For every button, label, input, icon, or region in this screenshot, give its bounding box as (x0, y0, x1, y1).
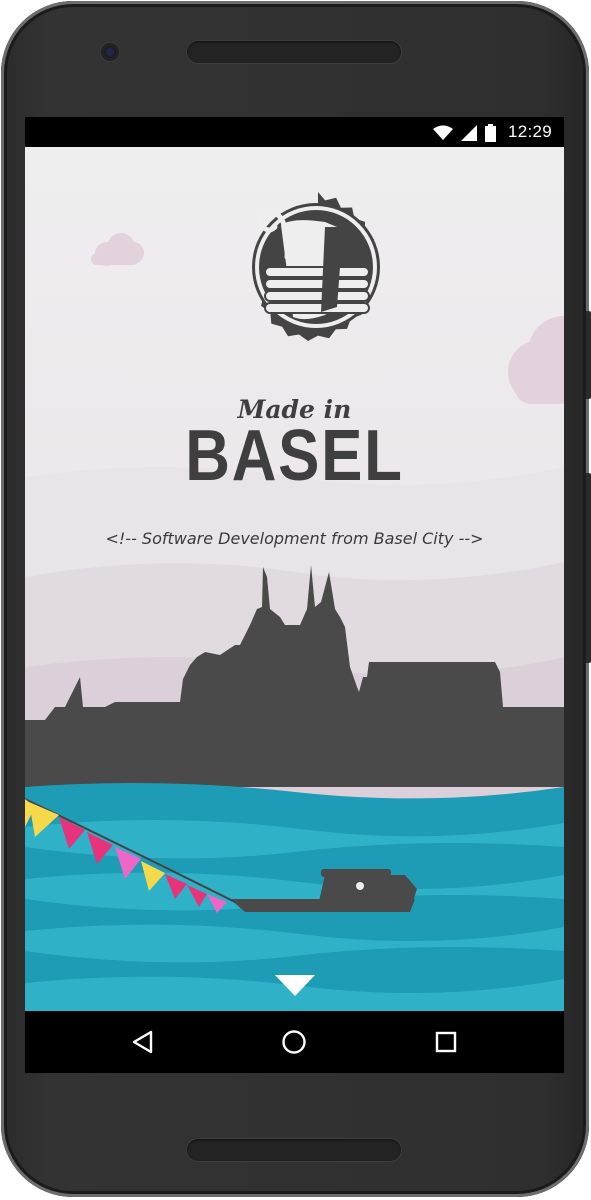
app-splash: Made in BASEL <!-- Software Development … (25, 147, 564, 1011)
cell-signal-icon (461, 125, 477, 141)
tagline: <!-- Software Development from Basel Cit… (105, 529, 484, 548)
wifi-icon (433, 125, 453, 140)
basel-scene (25, 147, 564, 1011)
home-circle-icon (282, 1030, 306, 1054)
volume-button (586, 473, 591, 663)
back-triangle-icon (132, 1030, 153, 1054)
status-clock: 12:29 (507, 122, 552, 141)
android-nav-bar (25, 1011, 564, 1073)
battery-icon (485, 124, 496, 142)
bottom-speaker (187, 1139, 401, 1161)
back-button[interactable] (125, 1024, 161, 1060)
earpiece-speaker (187, 41, 401, 63)
front-camera (101, 43, 119, 61)
status-bar: 12:29 (25, 117, 564, 147)
recents-square-icon (435, 1031, 457, 1053)
power-button (586, 311, 591, 399)
phone-frame: 12:29 Made in BASEL <!-- Software Develo… (1, 1, 591, 1197)
recents-button[interactable] (428, 1024, 464, 1060)
triangle-down-icon[interactable] (275, 975, 315, 997)
brand-title: BASEL (185, 416, 404, 496)
screen: 12:29 Made in BASEL <!-- Software Develo… (25, 117, 564, 1073)
home-button[interactable] (276, 1024, 312, 1060)
